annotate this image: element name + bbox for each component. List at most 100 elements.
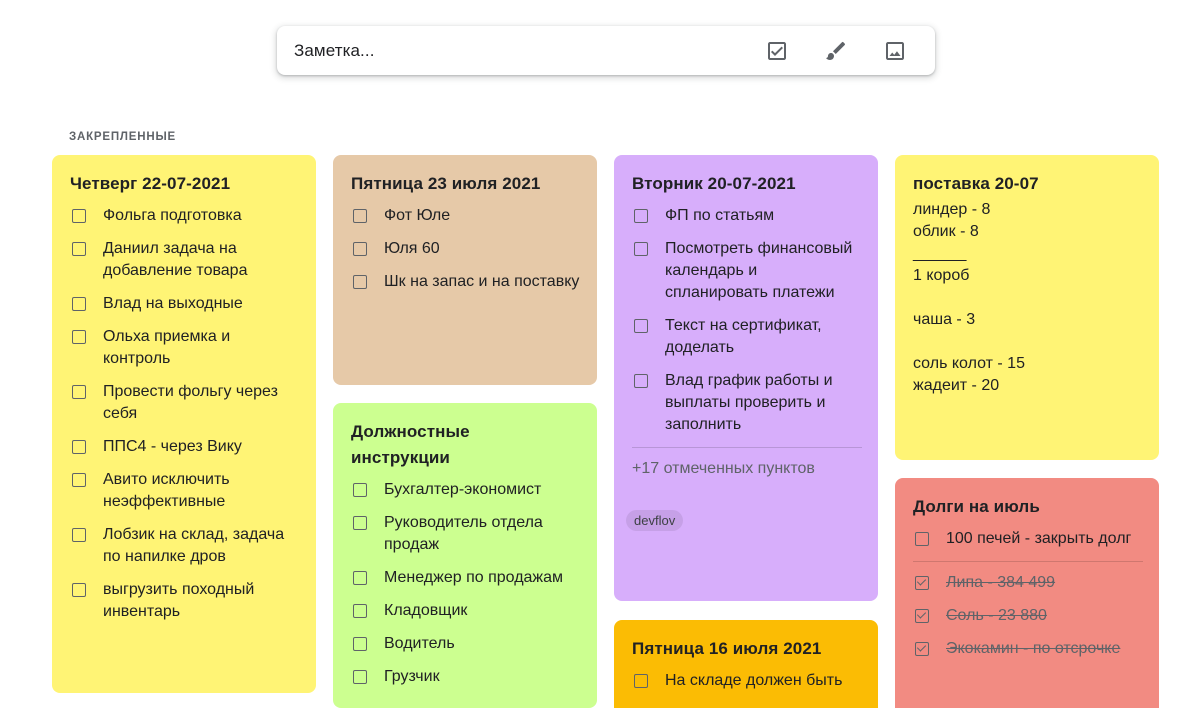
list-item-text: Липа - 384 499 (946, 574, 1056, 591)
new-drawing-button[interactable] (816, 31, 856, 71)
checkbox[interactable] (353, 604, 367, 618)
checkbox[interactable] (634, 374, 648, 388)
list-item-text: Влад график работы и выплаты проверить и… (665, 372, 833, 433)
checkbox[interactable] (915, 532, 929, 546)
list-item-text: 100 печей - закрыть долг (946, 530, 1132, 547)
checkbox[interactable] (72, 583, 86, 597)
list-item: Текст на сертификат, доделать (632, 315, 862, 359)
list-item: ППС4 - через Вику (70, 436, 300, 458)
checkbox-checked[interactable] (915, 609, 929, 623)
checkbox[interactable] (353, 209, 367, 223)
checkbox[interactable] (353, 516, 367, 530)
brush-icon (826, 41, 846, 60)
checkbox[interactable] (72, 473, 86, 487)
take-note-bar[interactable]: Заметка... (277, 26, 935, 75)
list-item: Лобзик на склад, задача по напилке дров (70, 524, 300, 568)
list-item-text: Соль - 23 880 (946, 607, 1047, 624)
note-card[interactable]: Пятница 23 июля 2021 Фот Юле Юля 60 Шк н… (333, 155, 597, 385)
list-item-text: Лобзик на склад, задача по напилке дров (103, 526, 285, 565)
take-note-input[interactable]: Заметка... (294, 41, 757, 61)
list-item: Фольга подготовка (70, 205, 300, 227)
checkbox[interactable] (353, 483, 367, 497)
note-card[interactable]: Долги на июль 100 печей - закрыть долг Л… (895, 478, 1159, 708)
checkbox[interactable] (634, 242, 648, 256)
checkbox[interactable] (72, 209, 86, 223)
checkbox[interactable] (72, 242, 86, 256)
checked-divider (632, 447, 862, 448)
checkbox-icon (768, 41, 786, 60)
note-text-line: облик - 8 (913, 223, 979, 240)
list-item-text: Юля 60 (384, 240, 440, 257)
list-item: ФП по статьям (632, 205, 862, 227)
list-item-text: Водитель (384, 635, 455, 652)
checkbox[interactable] (72, 528, 86, 542)
list-item: Грузчик (351, 666, 581, 688)
list-item-text: Фот Юле (384, 207, 451, 224)
list-item: Ольха приемка и контроль (70, 326, 300, 370)
checkbox[interactable] (72, 385, 86, 399)
note-text-line: соль колот - 15 (913, 355, 1025, 372)
checkbox[interactable] (634, 209, 648, 223)
note-title: Четверг 22-07-2021 (70, 174, 231, 193)
list-item: Фот Юле (351, 205, 581, 227)
pinned-section-label: ЗАКРЕПЛЕННЫЕ (69, 131, 177, 143)
checkbox-checked[interactable] (915, 642, 929, 656)
checkbox[interactable] (353, 242, 367, 256)
list-item: Юля 60 (351, 238, 581, 260)
note-card[interactable]: Четверг 22-07-2021 Фольга подготовка Дан… (52, 155, 316, 693)
take-note-tools (757, 31, 935, 71)
list-item: Влад на выходные (70, 293, 300, 315)
note-label-chip[interactable]: devflov (626, 510, 684, 531)
list-item-text: Посмотреть финансовый календарь и сплани… (665, 240, 853, 301)
list-item: Кладовщик (351, 600, 581, 622)
note-text-line: линдер - 8 (913, 201, 991, 218)
checked-items-summary[interactable]: +17 отмеченных пунктов (632, 458, 862, 480)
list-item: Авито исключить неэффективные (70, 469, 300, 513)
note-title: Вторник 20-07-2021 (632, 174, 796, 193)
checkbox[interactable] (634, 319, 648, 333)
note-card[interactable]: Вторник 20-07-2021 ФП по статьям Посмотр… (614, 155, 878, 601)
checkbox[interactable] (353, 571, 367, 585)
checkbox[interactable] (353, 670, 367, 684)
note-card[interactable]: поставка 20-07 линдер - 8 облик - 8 ____… (895, 155, 1159, 460)
list-item: Провести фольгу через себя (70, 381, 300, 425)
new-image-button[interactable] (875, 31, 915, 71)
list-item-text: ППС4 - через Вику (103, 438, 242, 455)
checkbox[interactable] (72, 330, 86, 344)
list-item-text: ФП по статьям (665, 207, 775, 224)
checkbox[interactable] (72, 297, 86, 311)
checkbox-checked[interactable] (915, 576, 929, 590)
list-item-text: Экокамин - по отсрочке (946, 640, 1121, 657)
image-icon (886, 41, 904, 60)
checked-list-item: Липа - 384 499 (913, 572, 1143, 594)
list-item: Даниил задача на добавление товара (70, 238, 300, 282)
note-text-line (913, 287, 1143, 309)
list-item: Посмотреть финансовый календарь и сплани… (632, 238, 862, 304)
checkbox[interactable] (634, 674, 648, 688)
note-text-line: чаша - 3 (913, 311, 976, 328)
list-item-text: Провести фольгу через себя (103, 383, 278, 422)
list-item: Шк на запас и на поставку (351, 271, 581, 293)
list-item-text: Руководитель отдела продаж (384, 514, 543, 553)
note-title: Должностные инструкции (351, 422, 470, 467)
checkbox[interactable] (353, 275, 367, 289)
note-title: поставка 20-07 (913, 174, 1039, 193)
list-item: Водитель (351, 633, 581, 655)
checkbox[interactable] (353, 637, 367, 651)
list-item-text: выгрузить походный инвентарь (103, 581, 255, 620)
note-text-line: ______ (913, 245, 967, 262)
note-text-line (913, 331, 1143, 353)
list-item-text: Авито исключить неэффективные (103, 471, 230, 510)
list-item-text: Даниил задача на добавление товара (103, 240, 248, 279)
note-text-line: жадеит - 20 (913, 377, 1000, 394)
list-item-text: Текст на сертификат, доделать (665, 317, 822, 356)
new-list-button[interactable] (757, 31, 797, 71)
checked-list-item: Соль - 23 880 (913, 605, 1143, 627)
note-card[interactable]: Пятница 16 июля 2021 На складе должен бы… (614, 620, 878, 708)
note-card[interactable]: Должностные инструкции Бухгалтер-экономи… (333, 403, 597, 708)
note-title: Пятница 16 июля 2021 (632, 639, 822, 658)
checkbox[interactable] (72, 440, 86, 454)
list-item-text: Фольга подготовка (103, 207, 242, 224)
list-item: Руководитель отдела продаж (351, 512, 581, 556)
list-item: Бухгалтер-экономист (351, 479, 581, 501)
